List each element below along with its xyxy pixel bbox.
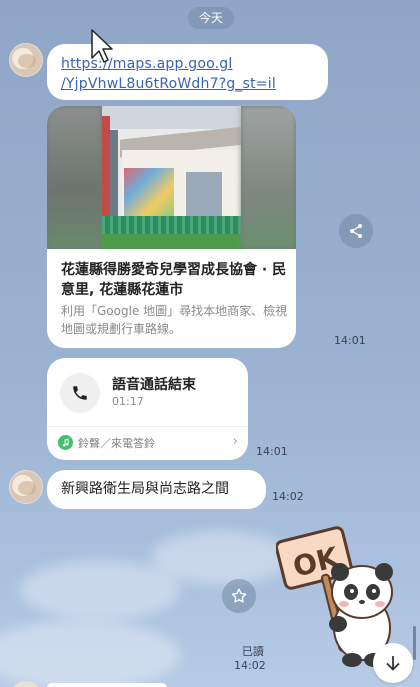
message-timestamp: 14:02	[234, 659, 266, 672]
ringtone-link[interactable]: 鈴聲／來電答鈴 ›	[58, 434, 242, 452]
music-note-icon	[58, 435, 73, 450]
message-timestamp: 14:01	[334, 334, 366, 347]
share-button[interactable]	[339, 214, 373, 248]
call-title: 語音通話結束	[112, 377, 196, 393]
chevron-right-icon: ›	[232, 434, 238, 449]
image-blur-left	[47, 106, 102, 249]
call-duration: 01:17	[112, 395, 144, 408]
text-message-bubble[interactable]: 新興路衛生局與尚志路之間	[47, 470, 266, 509]
ok-panda-sticker[interactable]: OK	[276, 520, 396, 670]
scrollbar[interactable]	[413, 626, 416, 660]
next-message-bubble[interactable]	[47, 683, 167, 687]
map-card-title: 花蓮縣得勝愛奇兒學習成長協會 · 民意里, 花蓮縣花蓮市	[61, 262, 287, 298]
link-text-line2[interactable]: /YjpVhwL8u6tRoWdh7?g_st=il	[61, 74, 314, 94]
background-cloud	[0, 620, 180, 687]
map-preview-image[interactable]	[47, 106, 296, 249]
avatar[interactable]	[9, 470, 43, 504]
date-separator: 今天	[188, 7, 234, 29]
avatar[interactable]	[9, 43, 43, 77]
phone-icon	[73, 386, 87, 400]
share-icon	[350, 224, 362, 238]
read-status: 已讀 14:02	[234, 643, 266, 672]
background-cloud	[150, 530, 290, 585]
map-card-description: 利用「Google 地圖」尋找本地商家、檢視地圖或規劃行車路線。	[61, 304, 288, 336]
building-photo	[102, 106, 241, 249]
message-timestamp: 14:02	[272, 490, 304, 503]
ringtone-label: 鈴聲／來電答鈴	[78, 437, 155, 450]
favorite-button[interactable]	[222, 579, 256, 613]
voice-call-card[interactable]: 語音通話結束 01:17 鈴聲／來電答鈴 ›	[47, 358, 248, 460]
divider	[47, 426, 248, 427]
mouse-cursor-icon	[91, 29, 113, 63]
star-icon	[231, 588, 247, 603]
message-timestamp: 14:01	[256, 445, 288, 458]
scroll-down-button[interactable]	[373, 643, 413, 683]
read-label: 已讀	[241, 645, 264, 658]
image-blur-right	[241, 106, 296, 249]
arrow-down-icon	[386, 656, 400, 671]
map-preview-card[interactable]: 花蓮縣得勝愛奇兒學習成長協會 · 民意里, 花蓮縣花蓮市 利用「Google 地…	[47, 106, 296, 348]
phone-icon-container	[60, 373, 100, 413]
